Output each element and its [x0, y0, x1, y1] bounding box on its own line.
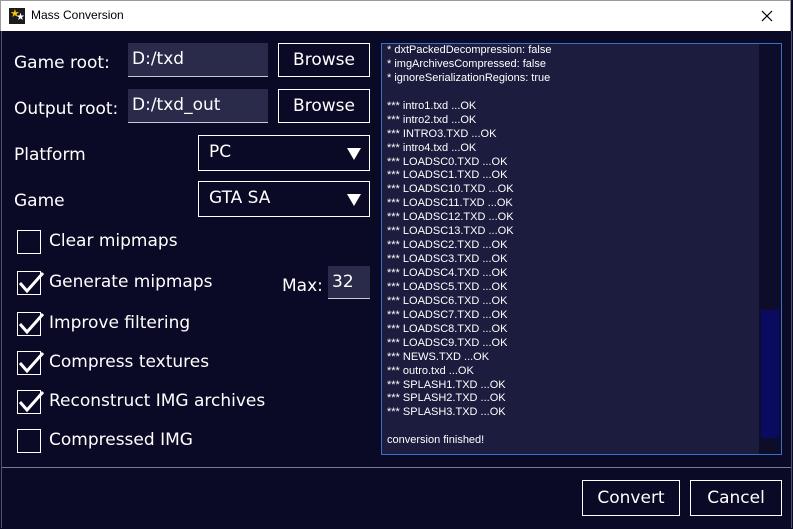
- log-line: *** LOADSC13.TXD ...OK: [387, 225, 514, 238]
- log-output[interactable]: * dxtPackedDecompression: false * imgArch…: [381, 43, 782, 455]
- checkbox-clear-mipmaps[interactable]: Clear mipmaps: [17, 230, 307, 256]
- game-label: Game: [14, 191, 65, 211]
- platform-select[interactable]: PC: [198, 135, 370, 171]
- max-label: Max:: [282, 276, 323, 296]
- log-line: *** LOADSC0.TXD ...OK: [387, 155, 508, 168]
- chevron-down-icon: [347, 148, 361, 160]
- checkmark-icon: [18, 313, 45, 335]
- log-line: * ignoreSerializationRegions: true: [387, 71, 551, 84]
- app-star-icon: ★ ★: [9, 8, 25, 24]
- game-root-label: Game root:: [14, 53, 110, 73]
- checkbox-label: Generate mipmaps: [49, 272, 213, 292]
- max-mipmaps-input[interactable]: 32: [328, 266, 370, 299]
- log-line: conversion finished!: [387, 434, 485, 447]
- output-root-browse-button[interactable]: Browse: [278, 89, 370, 123]
- checkmark-icon: [18, 352, 45, 374]
- game-select[interactable]: GTA SA: [198, 181, 370, 217]
- checkbox-improve-filtering[interactable]: Improve filtering: [17, 312, 307, 338]
- log-line: *** LOADSC11.TXD ...OK: [387, 197, 513, 210]
- log-line: *** SPLASH3.TXD ...OK: [387, 406, 506, 419]
- footer-separator: [2, 467, 791, 468]
- checkmark-icon: [18, 272, 45, 294]
- checkbox-compressed-img[interactable]: Compressed IMG: [17, 429, 307, 455]
- log-line: *** intro1.txd ...OK: [387, 99, 477, 112]
- checkbox-compress-textures[interactable]: Compress textures: [17, 351, 307, 377]
- log-line: *** LOADSC8.TXD ...OK: [387, 322, 508, 335]
- log-line: *** LOADSC1.TXD ...OK: [387, 169, 508, 182]
- close-button[interactable]: [744, 1, 790, 31]
- checkbox-box[interactable]: [17, 429, 41, 453]
- log-line: *** INTRO3.TXD ...OK: [387, 127, 497, 140]
- output-root-label: Output root:: [14, 99, 119, 119]
- log-line: *** LOADSC4.TXD ...OK: [387, 267, 508, 279]
- checkbox-box[interactable]: [17, 351, 45, 375]
- log-line: *** LOADSC9.TXD ...OK: [387, 336, 508, 349]
- checkbox-box[interactable]: [17, 390, 45, 414]
- close-icon: [761, 10, 773, 22]
- checkbox-label: Improve filtering: [49, 313, 191, 333]
- log-line: *** LOADSC5.TXD ...OK: [387, 280, 508, 293]
- log-line: *** LOADSC12.TXD ...OK: [387, 211, 514, 224]
- checkbox-box[interactable]: [17, 312, 45, 336]
- game-value: GTA SA: [209, 188, 271, 208]
- log-line: *** NEWS.TXD ...OK: [387, 350, 490, 363]
- chevron-down-icon: [347, 194, 361, 206]
- checkbox-box[interactable]: [17, 230, 41, 254]
- log-line: *** SPLASH1.TXD ...OK: [387, 378, 506, 391]
- log-scrollbar[interactable]: [759, 44, 781, 454]
- checkbox-label: Compressed IMG: [49, 430, 193, 450]
- log-scrollbar-thumb[interactable]: [761, 310, 779, 438]
- log-line: *** LOADSC2.TXD ...OK: [387, 239, 508, 252]
- log-line: *** intro4.txd ...OK: [387, 141, 477, 154]
- title-bar: ★ ★ Mass Conversion: [0, 0, 791, 31]
- game-root-input[interactable]: D:/txd: [128, 43, 268, 77]
- window-title: Mass Conversion: [31, 8, 124, 22]
- log-line: *** intro2.txd ...OK: [387, 113, 477, 126]
- checkbox-generate-mipmaps[interactable]: Generate mipmaps: [17, 271, 307, 297]
- output-root-input[interactable]: D:/txd_out: [128, 89, 268, 123]
- log-line: *** LOADSC7.TXD ...OK: [387, 308, 508, 321]
- convert-button[interactable]: Convert: [582, 480, 680, 516]
- checkbox-reconstruct-img-archives[interactable]: Reconstruct IMG archives: [17, 390, 307, 416]
- log-line: *** SPLASH2.TXD ...OK: [387, 392, 506, 405]
- checkbox-label: Clear mipmaps: [49, 231, 178, 251]
- checkbox-label: Reconstruct IMG archives: [49, 391, 266, 411]
- checkbox-box[interactable]: [17, 271, 45, 295]
- checkbox-label: Compress textures: [49, 352, 210, 372]
- log-line: *** outro.txd ...OK: [387, 364, 474, 377]
- log-line: * dxtPackedDecompression: false: [387, 44, 552, 56]
- checkmark-icon: [18, 391, 45, 413]
- log-line: *** LOADSC6.TXD ...OK: [387, 294, 508, 307]
- log-line: *** LOADSC3.TXD ...OK: [387, 253, 508, 266]
- log-text: * dxtPackedDecompression: false * imgArch…: [387, 44, 752, 448]
- game-root-browse-button[interactable]: Browse: [278, 43, 370, 77]
- dialog-body: Game root: D:/txd Browse Output root: D:…: [1, 31, 792, 528]
- log-line: *** LOADSC10.TXD ...OK: [387, 183, 514, 196]
- cancel-button[interactable]: Cancel: [690, 480, 782, 516]
- platform-label: Platform: [14, 145, 86, 165]
- log-line: * imgArchivesCompressed: false: [387, 57, 546, 70]
- platform-value: PC: [209, 142, 232, 162]
